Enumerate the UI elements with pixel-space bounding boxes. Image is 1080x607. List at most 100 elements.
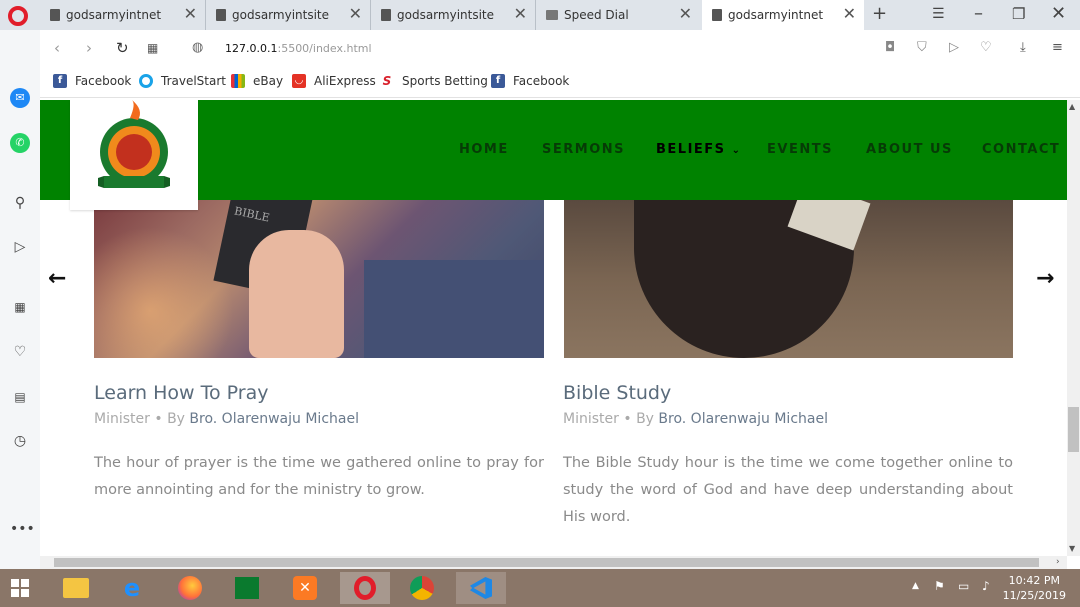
send-icon[interactable]: ▷ [10,237,30,257]
clock-icon[interactable]: ◷ [10,431,30,451]
site-logo[interactable] [70,100,198,210]
messenger-icon[interactable]: ✉ [10,88,30,108]
nav-about-us[interactable]: ABOUT US [866,142,953,157]
minimize-button[interactable]: – [974,3,983,24]
tab-3[interactable]: godsarmyintsite ✕ [370,0,535,30]
whatsapp-icon[interactable]: ✆ [10,133,30,153]
scroll-right-icon[interactable]: › [1056,557,1060,567]
nav-events[interactable]: EVENTS [767,142,833,157]
xampp-icon[interactable]: ✕ [285,572,325,604]
reload-button[interactable]: ↻ [116,39,129,57]
scroll-thumb[interactable] [1068,407,1079,452]
back-button[interactable]: ‹ [54,39,60,57]
hand [249,230,344,358]
nav-sermons[interactable]: SERMONS [542,142,625,157]
travelstart-icon [139,74,153,88]
scroll-up-icon[interactable]: ▲ [1069,102,1075,111]
hscroll-thumb[interactable] [54,558,1039,567]
globe-icon: ◍ [192,40,204,55]
meta-role: Minister [94,411,150,427]
store-icon[interactable] [227,572,267,604]
nav-contact[interactable]: CONTACT [982,142,1060,157]
more-icon[interactable]: ••• [10,519,35,539]
nav-home[interactable]: HOME [459,142,509,157]
file-explorer-icon[interactable] [56,572,96,604]
tab-title: godsarmyintnet [66,8,162,22]
tab-active[interactable]: godsarmyintnet ✕ [702,0,864,30]
chrome-icon[interactable] [402,572,442,604]
maximize-button[interactable]: ❐ [1012,5,1025,23]
close-icon[interactable]: ✕ [843,6,856,22]
internet-explorer-icon[interactable]: e [112,572,152,604]
card-description: The Bible Study hour is the time we come… [563,455,1013,525]
page-icon [712,9,722,21]
bookmark-label: Sports Betting [402,74,488,88]
clock-date: 11/25/2019 [1002,589,1066,602]
heart-icon[interactable]: ♡ [10,342,30,362]
shirt [364,260,544,358]
firefox-icon[interactable] [170,572,210,604]
system-clock[interactable]: 10:42 PM 11/25/2019 [1003,573,1066,603]
meta-author[interactable]: Bro. Olarenwaju Michael [189,411,359,427]
card-image-prayer[interactable]: BIBLE [94,200,544,358]
close-icon[interactable]: ✕ [514,6,527,22]
bookmark-facebook[interactable]: f Facebook [53,74,131,88]
tab-title: godsarmyintnet [728,8,824,22]
tray-expand-icon[interactable]: ▲ [912,581,919,591]
card-title-bible-study[interactable]: Bible Study [563,382,671,404]
card-title-prayer[interactable]: Learn How To Pray [94,382,269,404]
nav-beliefs-label: BELIEFS [656,142,726,157]
bookmark-ebay[interactable]: eBay [231,74,283,88]
tab-bar: godsarmyintnet ✕ godsarmyintsite ✕ godsa… [0,0,1080,30]
bookmark-label: Facebook [513,74,570,88]
bookmark-travelstart[interactable]: TravelStart [139,74,226,88]
battery-icon[interactable]: ▭ [958,579,969,593]
bookmark-facebook-2[interactable]: f Facebook [491,74,569,88]
windows-start-icon[interactable] [0,572,40,604]
opera-taskbar-icon[interactable] [340,572,390,604]
opera-menu-icon[interactable] [8,6,28,26]
close-icon[interactable]: ✕ [679,6,692,22]
site-header: HOME SERMONS BELIEFS ⌄ EVENTS ABOUT US C… [40,100,1067,210]
url-field[interactable]: 127.0.0.1:5500/index.html [225,42,372,55]
carousel-prev-button[interactable]: ← [48,266,66,291]
horizontal-scrollbar[interactable]: › [40,556,1067,569]
download-icon[interactable]: ⤓ [1020,40,1026,55]
bookmark-heart-icon[interactable]: ♡ [980,40,992,55]
easy-setup-icon[interactable]: ≡ [1052,40,1063,55]
close-icon[interactable]: ✕ [184,6,197,22]
adblock-icon[interactable]: ⛉ [917,40,927,55]
network-icon[interactable]: ⚑ [934,579,945,593]
vertical-scrollbar[interactable]: ▲ ▼ [1067,100,1080,556]
bookmark-aliexpress[interactable]: ◡ AliExpress [292,74,376,88]
flow-send-icon[interactable]: ▷ [949,40,959,55]
tab-2[interactable]: godsarmyintsite ✕ [205,0,370,30]
tab-title: Speed Dial [564,8,629,22]
bookmark-label: AliExpress [314,74,376,88]
bookmark-sports-betting[interactable]: S Sports Betting [380,74,488,88]
search-icon[interactable]: ⚲ [10,193,30,213]
scroll-down-icon[interactable]: ▼ [1069,544,1075,553]
windows-taskbar: e ✕ ▲ ⚑ ▭ ♪ 10:42 PM 11/25/2019 [0,569,1080,607]
url-path: :5500/index.html [277,42,372,55]
card-image-bible-study[interactable] [564,200,1013,358]
speed-dial-icon[interactable]: ▦ [10,297,30,317]
page-icon [381,9,391,21]
close-icon[interactable]: ✕ [349,6,362,22]
camera-icon[interactable]: ◘ [885,40,895,55]
tab-1[interactable]: godsarmyintnet ✕ [40,0,205,30]
carousel-next-button[interactable]: → [1036,266,1054,291]
sports-betting-icon: S [380,74,394,88]
new-tab-button[interactable]: + [872,3,887,24]
tiles-icon[interactable]: ▦ [147,41,158,55]
close-window-button[interactable]: ✕ [1051,3,1066,24]
tab-speed-dial[interactable]: Speed Dial ✕ [535,0,700,30]
nav-beliefs[interactable]: BELIEFS ⌄ [656,142,741,157]
meta-author[interactable]: Bro. Olarenwaju Michael [658,411,828,427]
tab-menu-icon[interactable]: ☰ [932,6,945,22]
forward-button[interactable]: › [86,39,92,57]
history-list-icon[interactable]: ▤ [10,387,30,407]
page-icon [216,9,226,21]
vscode-icon[interactable] [456,572,506,604]
volume-icon[interactable]: ♪ [982,579,990,593]
